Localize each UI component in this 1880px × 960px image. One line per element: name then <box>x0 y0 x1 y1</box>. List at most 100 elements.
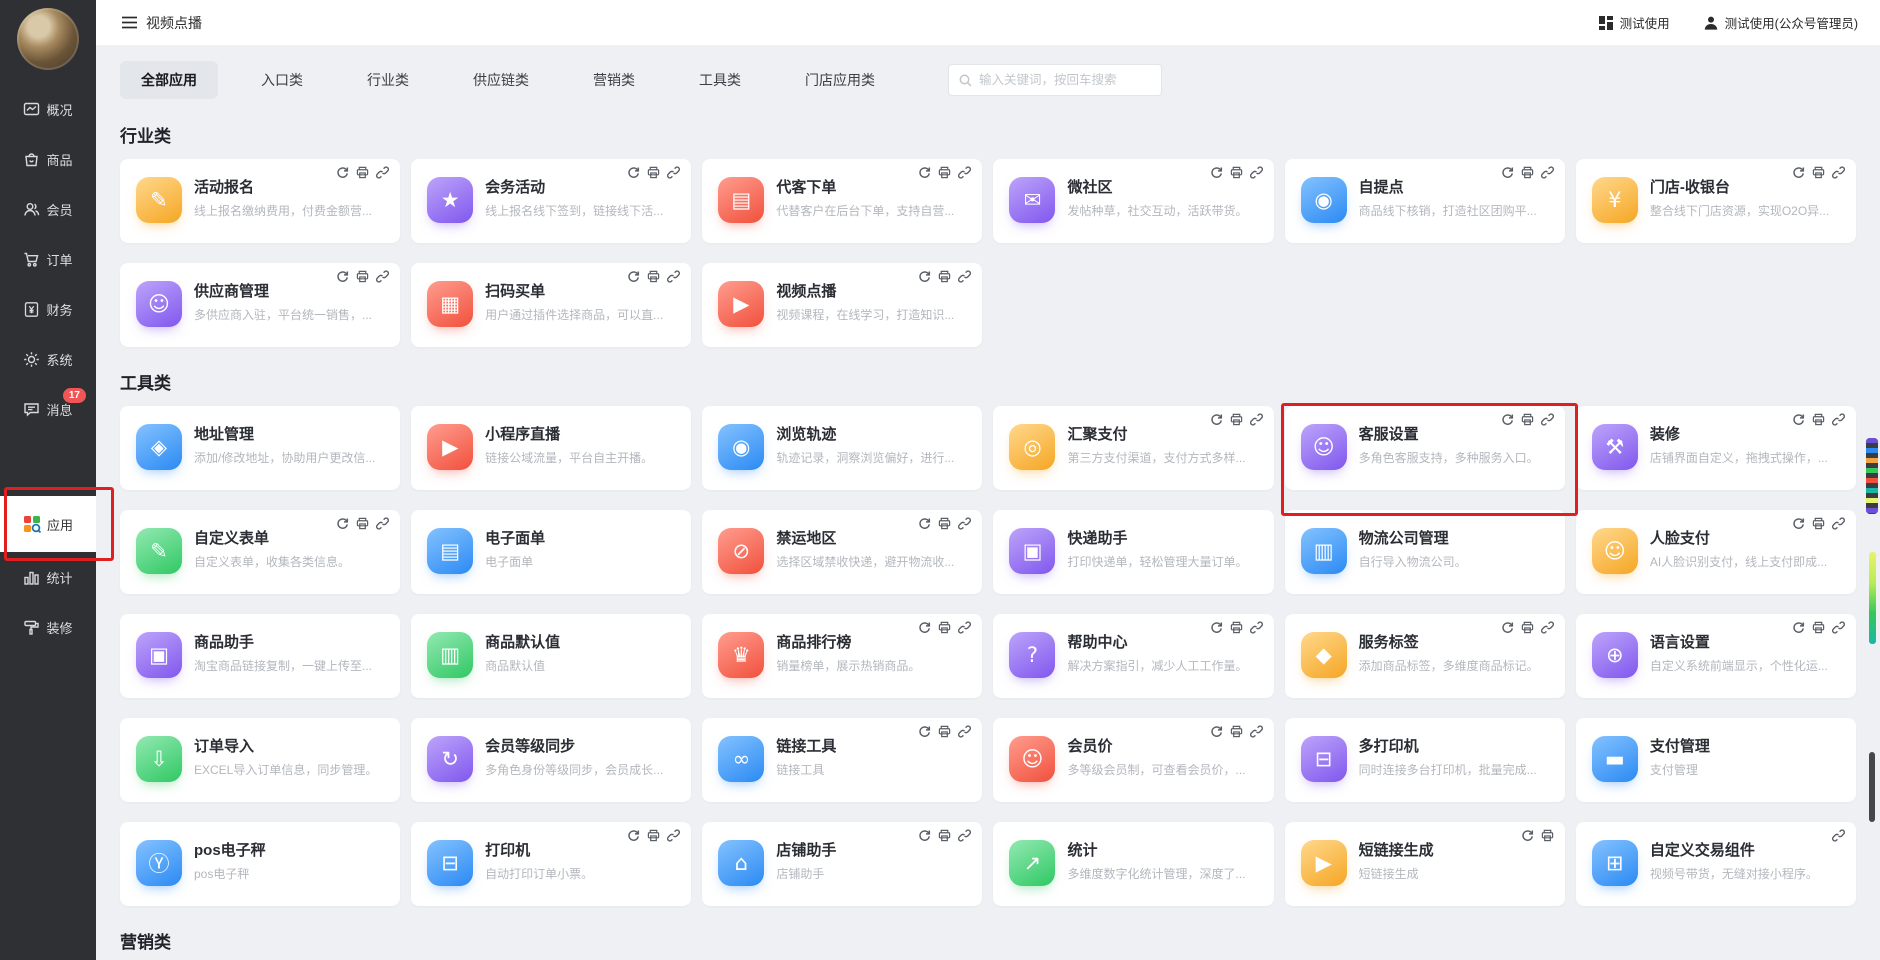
app-card[interactable]: ✎ 活动报名 线上报名缴纳费用，付费金额营... <box>120 159 401 243</box>
app-card[interactable]: ↗ 统计 多维度数字化统计管理，深度了... <box>993 822 1274 906</box>
printer-icon[interactable] <box>647 829 660 842</box>
app-card[interactable]: ▶ 小程序直播 链接公域流量，平台自主开播。 <box>411 406 692 490</box>
link-icon[interactable] <box>958 621 972 634</box>
link-icon[interactable] <box>667 166 681 179</box>
refresh-icon[interactable] <box>1501 166 1514 179</box>
refresh-icon[interactable] <box>336 517 349 530</box>
tab-工具类[interactable]: 工具类 <box>678 61 762 99</box>
app-card[interactable]: Ⓨpos电子秤 pos电子秤 <box>120 822 401 906</box>
refresh-icon[interactable] <box>1521 829 1534 842</box>
sidebar-item-overview[interactable]: 概况 <box>0 84 96 134</box>
sidebar-item-order[interactable]: 订单 <box>0 234 96 284</box>
refresh-icon[interactable] <box>918 829 931 842</box>
link-icon[interactable] <box>1249 413 1263 426</box>
app-card[interactable]: ✉ 微社区 发帖种草，社交互动，活跃带货。 <box>993 159 1274 243</box>
app-card[interactable]: ✎ 自定义表单 自定义表单，收集各类信息。 <box>120 510 401 594</box>
app-card[interactable]: ⚒ 装修 店铺界面自定义，拖拽式操作，... <box>1575 406 1856 490</box>
hamburger-menu-icon[interactable] <box>122 16 137 29</box>
printer-icon[interactable] <box>1812 517 1825 530</box>
printer-icon[interactable] <box>1812 166 1825 179</box>
refresh-icon[interactable] <box>1210 725 1223 738</box>
printer-icon[interactable] <box>1521 621 1534 634</box>
printer-icon[interactable] <box>647 270 660 283</box>
link-icon[interactable] <box>1832 413 1845 426</box>
printer-icon[interactable] <box>1230 725 1243 738</box>
link-icon[interactable] <box>958 829 972 842</box>
refresh-icon[interactable] <box>336 270 349 283</box>
printer-icon[interactable] <box>1230 621 1243 634</box>
tab-全部应用[interactable]: 全部应用 <box>120 61 218 99</box>
printer-icon[interactable] <box>647 166 660 179</box>
refresh-icon[interactable] <box>1792 517 1805 530</box>
app-card[interactable]: ☺ 客服设置 多角色客服支持，多种服务入口。 <box>1284 406 1565 490</box>
refresh-icon[interactable] <box>1792 621 1805 634</box>
app-card[interactable]: ◈ 地址管理 添加/修改地址，协助用户更改信... <box>120 406 401 490</box>
printer-icon[interactable] <box>356 270 369 283</box>
link-icon[interactable] <box>1249 621 1263 634</box>
printer-icon[interactable] <box>938 621 951 634</box>
sidebar-item-member[interactable]: 会员 <box>0 184 96 234</box>
link-icon[interactable] <box>1249 725 1263 738</box>
app-card[interactable]: ☺ 人脸支付 AI人脸识别支付，线上支付即成... <box>1575 510 1856 594</box>
app-card[interactable]: ▶ 视频点播 视频课程，在线学习，打造知识... <box>702 263 983 347</box>
app-card[interactable]: ¥ 门店-收银台 整合线下门店资源，实现O2O异... <box>1575 159 1856 243</box>
avatar[interactable] <box>17 8 79 70</box>
sidebar-item-goods[interactable]: 商品 <box>0 134 96 184</box>
app-card[interactable]: ? 帮助中心 解决方案指引，减少人工工作量。 <box>993 614 1274 698</box>
refresh-icon[interactable] <box>1501 413 1514 426</box>
link-icon[interactable] <box>667 270 681 283</box>
app-card[interactable]: ▣ 快递助手 打印快递单，轻松管理大量订单。 <box>993 510 1274 594</box>
link-icon[interactable] <box>376 270 390 283</box>
link-icon[interactable] <box>1832 166 1845 179</box>
refresh-icon[interactable] <box>1210 621 1223 634</box>
link-icon[interactable] <box>376 517 390 530</box>
refresh-icon[interactable] <box>918 270 931 283</box>
sidebar-item-stats[interactable]: 统计 <box>0 552 96 602</box>
app-card[interactable]: ⊕ 语言设置 自定义系统前端显示，个性化运... <box>1575 614 1856 698</box>
link-icon[interactable] <box>1832 621 1845 634</box>
app-card[interactable]: ◆ 服务标签 添加商品标签，多维度商品标记。 <box>1284 614 1565 698</box>
app-card[interactable]: ♛ 商品排行榜 销量榜单，展示热销商品。 <box>702 614 983 698</box>
printer-icon[interactable] <box>1541 829 1554 842</box>
app-card[interactable]: ⇩ 订单导入 EXCEL导入订单信息，同步管理。 <box>120 718 401 802</box>
app-card[interactable]: ★ 会务活动 线上报名线下签到，链接线下活... <box>411 159 692 243</box>
refresh-icon[interactable] <box>918 621 931 634</box>
sidebar-item-design[interactable]: 装修 <box>0 602 96 652</box>
link-icon[interactable] <box>1540 166 1554 179</box>
app-card[interactable]: ◉ 自提点 商品线下核销，打造社区团购平... <box>1284 159 1565 243</box>
app-card[interactable]: ▶ 短链接生成 短链接生成 <box>1284 822 1565 906</box>
tab-供应链类[interactable]: 供应链类 <box>452 61 550 99</box>
app-card[interactable]: ⌂ 店铺助手 店铺助手 <box>702 822 983 906</box>
tab-入口类[interactable]: 入口类 <box>240 61 324 99</box>
printer-icon[interactable] <box>938 166 951 179</box>
link-icon[interactable] <box>1540 621 1554 634</box>
app-card[interactable]: ▤ 电子面单 电子面单 <box>411 510 692 594</box>
refresh-icon[interactable] <box>1210 413 1223 426</box>
refresh-icon[interactable] <box>627 166 640 179</box>
link-icon[interactable] <box>1832 829 1845 842</box>
printer-icon[interactable] <box>1521 413 1534 426</box>
refresh-icon[interactable] <box>1792 166 1805 179</box>
printer-icon[interactable] <box>1812 413 1825 426</box>
printer-icon[interactable] <box>938 270 951 283</box>
refresh-icon[interactable] <box>918 517 931 530</box>
app-card[interactable]: ⊟ 打印机 自动打印订单小票。 <box>411 822 692 906</box>
link-icon[interactable] <box>958 166 972 179</box>
app-card[interactable]: ▥ 商品默认值 商品默认值 <box>411 614 692 698</box>
app-card[interactable]: ▬ 支付管理 支付管理 <box>1575 718 1856 802</box>
sidebar-item-finance[interactable]: 财务 <box>0 284 96 334</box>
link-icon[interactable] <box>667 829 681 842</box>
app-card[interactable]: ☺ 供应商管理 多供应商入驻，平台统一销售，... <box>120 263 401 347</box>
app-card[interactable]: ▣ 商品助手 淘宝商品链接复制，一键上传至... <box>120 614 401 698</box>
app-card[interactable]: ↻ 会员等级同步 多角色身份等级同步，会员成长... <box>411 718 692 802</box>
scrollbar-gradient-segment[interactable] <box>1869 552 1876 644</box>
link-icon[interactable] <box>1249 166 1263 179</box>
refresh-icon[interactable] <box>918 166 931 179</box>
sidebar-item-message[interactable]: 消息 17 <box>0 384 96 434</box>
printer-icon[interactable] <box>1812 621 1825 634</box>
refresh-icon[interactable] <box>336 166 349 179</box>
refresh-icon[interactable] <box>1792 413 1805 426</box>
scrollbar-minimap-thumb[interactable] <box>1866 438 1878 514</box>
app-card[interactable]: ∞ 链接工具 链接工具 <box>702 718 983 802</box>
tab-门店应用类[interactable]: 门店应用类 <box>784 61 896 99</box>
